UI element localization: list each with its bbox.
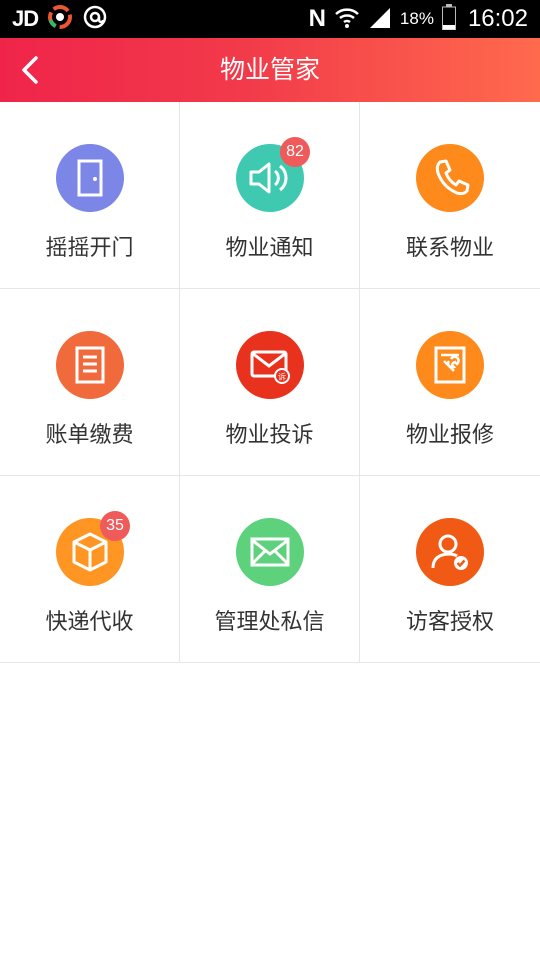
grid-item-label: 管理处私信 — [214, 610, 325, 635]
grid-item-property-complaint[interactable]: 诉 物业投诉 — [180, 289, 360, 476]
battery-icon — [441, 4, 456, 34]
grid-item-label: 物业投诉 — [225, 423, 314, 448]
grid-item-shake-open-door[interactable]: 摇摇开门 — [0, 102, 180, 289]
grid-item-contact-property[interactable]: 联系物业 — [360, 102, 540, 289]
grid-item-label: 快递代收 — [45, 610, 134, 635]
nfc-icon: N — [308, 5, 326, 32]
grid-item-property-repair[interactable]: 物业报修 — [360, 289, 540, 476]
clock: 16:02 — [467, 5, 528, 32]
wifi-icon — [334, 5, 360, 33]
grid-item-label: 联系物业 — [405, 236, 494, 261]
grid-item-parcel-collection[interactable]: 35 快递代收 — [0, 476, 180, 663]
phone-icon — [416, 144, 484, 212]
jd-logo: JD — [12, 6, 39, 31]
repair-icon — [416, 331, 484, 399]
mail-icon — [236, 518, 304, 586]
grid-item-label: 摇摇开门 — [45, 236, 134, 261]
parcel-count-badge: 35 — [100, 511, 130, 541]
door-icon — [56, 144, 124, 212]
grid-item-label: 物业通知 — [225, 236, 314, 261]
grid-item-label: 物业报修 — [405, 423, 494, 448]
grid-item-office-private-message[interactable]: 管理处私信 — [180, 476, 360, 663]
svg-text:诉: 诉 — [278, 372, 286, 382]
notification-count-badge: 82 — [280, 137, 310, 167]
grid-item-visitor-authorization[interactable]: 访客授权 — [360, 476, 540, 663]
battery-percent: 18% — [399, 9, 434, 28]
header-bar: 物业管家 — [0, 38, 540, 102]
visitor-icon — [416, 518, 484, 586]
status-bar: JD N 18% 16:02 — [0, 0, 540, 38]
page-title: 物业管家 — [219, 55, 320, 84]
bill-icon — [56, 331, 124, 399]
service-grid: 摇摇开门 82 物业通知 联系物业 账单缴费 诉 物业投诉 物业报修 35 快递… — [0, 102, 540, 665]
grid-item-bill-payment[interactable]: 账单缴费 — [0, 289, 180, 476]
grid-item-label: 账单缴费 — [45, 423, 134, 448]
grid-item-label: 访客授权 — [405, 610, 494, 635]
complaint-mail-icon: 诉 — [236, 331, 304, 399]
at-icon — [82, 4, 108, 34]
signal-icon — [368, 6, 392, 32]
grid-item-property-notice[interactable]: 82 物业通知 — [180, 102, 360, 289]
app-icon — [48, 5, 73, 33]
